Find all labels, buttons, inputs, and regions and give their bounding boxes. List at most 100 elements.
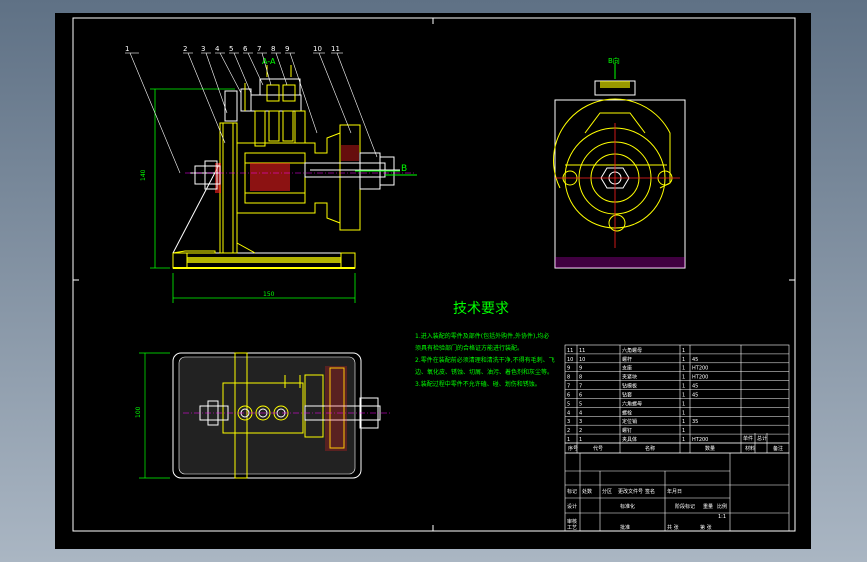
part-5: 5 xyxy=(229,45,233,53)
bom-cell-no: 5 xyxy=(567,401,570,407)
part-6: 6 xyxy=(243,45,248,53)
bom-cell-no: 2 xyxy=(567,428,570,434)
bom-cell-qty: 1 xyxy=(682,357,685,363)
bom-cell-mat: HT200 xyxy=(692,437,708,443)
req-line-1: 1.进入装配的零件及部件(包括外购件,外协件),均必 xyxy=(415,332,549,340)
bom-cell-code: 10 xyxy=(579,357,585,363)
top-view: 100 xyxy=(135,352,390,479)
tb-date: 年月日 xyxy=(667,488,682,495)
bom-h-mat: 材料 xyxy=(745,445,755,452)
bom-cell-name: 螺栓 xyxy=(622,409,632,416)
bom-cell-mat: HT200 xyxy=(692,366,708,372)
bom-cell-code: 1 xyxy=(579,437,582,443)
req-line-2: 须具有检验部门的合格证方能进行装配。 xyxy=(415,344,523,352)
tb-scale-val: 1:1 xyxy=(718,514,726,520)
req-line-4: 边、氧化皮、锈蚀、切屑、油污、着色剂和灰尘等。 xyxy=(415,368,553,376)
cad-drawing: 140 150 B A-A 1 2 3 4 5 6 7 8 9 10 11 B向… xyxy=(72,17,796,532)
b-view: B向 xyxy=(553,56,686,269)
tb-mark: 标记 xyxy=(567,488,577,495)
tb-stage: 阶段标记 xyxy=(675,503,695,510)
bom-cell-name: 六角螺母 xyxy=(622,400,642,407)
bom-h-weight: 单件 xyxy=(743,435,753,442)
tb-scale: 比例 xyxy=(717,503,727,510)
tb-standard: 标准化 xyxy=(620,503,635,510)
bom-cell-mat: 35 xyxy=(692,419,698,425)
bom-cell-qty: 1 xyxy=(682,410,685,416)
bom-cell-code: 8 xyxy=(579,375,582,381)
tb-sheet-total: 共 张 xyxy=(667,524,679,531)
bom-cell-qty: 1 xyxy=(682,348,685,354)
bom-cell-qty: 1 xyxy=(682,428,685,434)
bom-cell-no: 10 xyxy=(567,357,573,363)
part-number-labels: 1 2 3 4 5 6 7 8 9 10 11 xyxy=(125,45,340,53)
bom-cell-name: 夹紧块 xyxy=(622,374,637,381)
part-10: 10 xyxy=(313,45,322,53)
bom-cell-mat: 45 xyxy=(692,357,698,363)
bom-cell-name: 支座 xyxy=(622,365,632,372)
tb-craft: 工艺 xyxy=(567,525,577,531)
part-3: 3 xyxy=(201,45,205,53)
tb-zone: 分区 xyxy=(602,488,612,495)
bom-cell-mat: HT200 xyxy=(692,375,708,381)
bom-cell-no: 7 xyxy=(567,384,570,390)
bom-cell-no: 4 xyxy=(567,410,570,416)
bom-cell-code: 4 xyxy=(579,410,582,416)
view-label-b: B xyxy=(401,164,407,174)
bom-cell-code: 3 xyxy=(579,419,582,425)
bom-cell-name: 六角螺母 xyxy=(622,347,642,354)
bom-cell-code: 11 xyxy=(579,348,585,354)
bom-cell-no: 8 xyxy=(567,375,570,381)
tb-design: 设计 xyxy=(567,503,577,510)
dim-width: 150 xyxy=(263,291,275,298)
bom-cell-qty: 1 xyxy=(682,392,685,398)
part-9: 9 xyxy=(285,45,289,53)
bom-cell-qty: 1 xyxy=(682,366,685,372)
bom-header-row: 序号 代号 名称 数量 材料 单件 总计 备注 xyxy=(568,435,783,452)
req-line-3: 2.零件在装配前必须清理和清洗干净,不得有毛刺、飞 xyxy=(415,356,555,364)
part-7: 7 xyxy=(257,45,261,53)
bom-h-qty: 数量 xyxy=(705,445,715,452)
bom-cell-name: 螺杆 xyxy=(622,356,632,363)
tb-audit: 审核 xyxy=(567,518,577,525)
bom-cell-name: 钻套 xyxy=(622,391,632,398)
tb-sign: 签名 xyxy=(645,488,655,495)
part-1: 1 xyxy=(125,45,129,53)
part-8: 8 xyxy=(271,45,275,53)
tb-change: 更改文件号 xyxy=(618,488,643,495)
part-2: 2 xyxy=(183,45,187,53)
tb-count: 处数 xyxy=(582,488,592,495)
bom-cell-name: 钻模板 xyxy=(622,383,637,390)
bom-cell-qty: 1 xyxy=(682,375,685,381)
dim-height: 140 xyxy=(140,169,147,181)
dim-plan: 100 xyxy=(135,406,142,418)
part-balloons xyxy=(125,52,378,174)
tb-sheet-no: 第 张 xyxy=(700,524,712,531)
bom-cell-name: 定位销 xyxy=(622,418,637,425)
bom-cell-no: 1 xyxy=(567,437,570,443)
tb-weight: 重量 xyxy=(703,503,713,510)
bom-rows: 11 11 六角螺母 110 10 螺杆 1 459 9 支座 1 HT2008 8 夹紧块 1 HT2007… xyxy=(565,347,789,443)
part-11: 11 xyxy=(331,45,340,53)
bom-cell-mat: 45 xyxy=(692,384,698,390)
bom-cell-no: 3 xyxy=(567,419,570,425)
bom-cell-name: 夹具体 xyxy=(622,436,637,443)
bom-cell-code: 5 xyxy=(579,401,582,407)
tech-requirements-text: 1.进入装配的零件及部件(包括外购件,外协件),均必 须具有检验部门的合格证方能… xyxy=(415,332,555,388)
bom-h-note: 备注 xyxy=(773,445,783,452)
bom-cell-qty: 1 xyxy=(682,437,685,443)
bom-cell-code: 2 xyxy=(579,428,582,434)
bom-cell-no: 11 xyxy=(567,348,573,354)
tb-approve: 批准 xyxy=(620,524,630,531)
bom-h-no: 序号 xyxy=(568,445,578,452)
bom-cell-mat: 45 xyxy=(692,392,698,398)
bom-cell-no: 9 xyxy=(567,366,570,372)
front-view: 140 150 B A-A xyxy=(140,57,417,303)
bom-cell-code: 7 xyxy=(579,384,582,390)
drawing-canvas[interactable]: 140 150 B A-A 1 2 3 4 5 6 7 8 9 10 11 B向… xyxy=(55,13,811,549)
bom-cell-qty: 1 xyxy=(682,384,685,390)
title-block: 标记 处数 分区 更改文件号 签名 年月日 设计 标准化 阶段标记 重量 比例 … xyxy=(567,488,727,531)
bom-cell-code: 6 xyxy=(579,392,582,398)
bom-cell-qty: 1 xyxy=(682,419,685,425)
tech-requirements-title: 技术要求 xyxy=(453,301,509,317)
bom-cell-name: 螺钉 xyxy=(622,427,632,434)
